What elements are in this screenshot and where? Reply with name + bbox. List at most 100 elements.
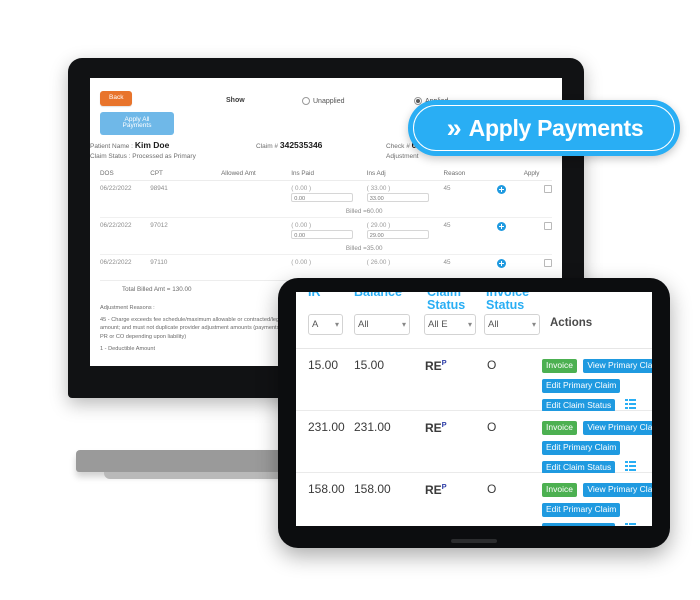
th-ins-adj: Ins Adj bbox=[366, 168, 444, 181]
invoice-button[interactable]: Invoice bbox=[542, 483, 577, 497]
cell-cpt: 98941 bbox=[150, 185, 168, 192]
ins-adj-input[interactable]: 33.00 bbox=[366, 193, 429, 202]
th-cpt: CPT bbox=[150, 168, 222, 181]
cell-add bbox=[489, 181, 524, 205]
th-actions: Actions bbox=[550, 317, 593, 329]
total-billed-amount: Total Billed Amt = 130.00 bbox=[122, 286, 192, 293]
cell-apply bbox=[524, 181, 552, 205]
cell-cpt: 97110 bbox=[150, 259, 168, 266]
th-ir: IR bbox=[308, 292, 321, 299]
cell-ins-adj: ( 26.00 ) bbox=[367, 255, 444, 273]
cell-apply bbox=[524, 218, 552, 242]
table-row: 231.00 231.00 REP O Invoice View Primary… bbox=[296, 411, 652, 476]
claim-status-code: RE bbox=[425, 359, 442, 373]
filter-balance-value: All bbox=[358, 319, 369, 330]
chevron-down-icon: ▾ bbox=[401, 320, 406, 329]
add-circle-icon[interactable] bbox=[496, 185, 506, 194]
filter-ir-select[interactable]: A ▾ bbox=[308, 314, 343, 335]
th-allowed: Allowed Amt bbox=[221, 168, 292, 181]
table-row: 06/22/2022 97012 ( 0.00 ) 0.00 ( 29.00 )… bbox=[100, 218, 552, 242]
row-actions: Invoice View Primary Claim Edit Primary … bbox=[542, 479, 652, 526]
tablet-filters: A ▾ All ▾ All E ▾ All ▾ Actions bbox=[296, 314, 652, 340]
row-actions: Invoice View Primary Claim Edit Primary … bbox=[542, 355, 652, 414]
cell-ins-adj: ( 33.00 ) 33.00 bbox=[366, 181, 444, 205]
billed-row: Billed = 35.00 bbox=[100, 241, 552, 255]
cell-ins-paid: ( 0.00 ) 0.00 bbox=[291, 181, 367, 205]
edit-primary-claim-button[interactable]: Edit Primary Claim bbox=[542, 440, 621, 455]
ins-paid-input[interactable]: 0.00 bbox=[291, 230, 354, 239]
th-ins-paid: Ins Paid bbox=[291, 168, 367, 181]
billed-label: Billed = bbox=[291, 204, 367, 218]
cell-ins-adj: ( 29.00 ) 29.00 bbox=[366, 218, 444, 242]
table-row: 06/22/2022 98941 ( 0.00 ) 0.00 ( 33.00 )… bbox=[100, 181, 552, 205]
add-circle-icon[interactable] bbox=[496, 222, 506, 231]
cell-reason: 45 bbox=[443, 222, 451, 229]
cell-dos: 06/22/2022 bbox=[100, 222, 132, 229]
cell-claim-status: REP bbox=[425, 482, 447, 497]
tablet-device: IR Balance Claim Status Invoice Status A… bbox=[278, 278, 670, 548]
ins-paid-original: ( 0.00 ) bbox=[291, 222, 312, 229]
adjustment-label: Adjustment bbox=[386, 153, 419, 160]
list-view-icon[interactable] bbox=[624, 460, 636, 471]
edit-claim-status-button[interactable]: Edit Claim Status bbox=[542, 522, 616, 526]
edit-primary-claim-button[interactable]: Edit Primary Claim bbox=[542, 378, 621, 393]
add-circle-icon[interactable] bbox=[496, 259, 506, 268]
claim-number-label: Claim # bbox=[256, 143, 279, 150]
cell-ins-paid: ( 0.00 ) 0.00 bbox=[291, 218, 367, 242]
claim-status-text: Claim Status : Processed as Primary bbox=[90, 153, 196, 160]
cell-reason: 45 bbox=[443, 259, 451, 266]
view-primary-claim-button[interactable]: View Primary Claim bbox=[583, 359, 652, 373]
apply-checkbox[interactable] bbox=[544, 259, 552, 267]
cell-balance: 15.00 bbox=[354, 358, 385, 372]
cell-invoice-status: O bbox=[487, 358, 497, 372]
list-view-icon[interactable] bbox=[624, 398, 636, 409]
edit-primary-claim-button[interactable]: Edit Primary Claim bbox=[542, 502, 621, 517]
filter-invoice-status-select[interactable]: All ▾ bbox=[484, 314, 540, 335]
filter-balance-select[interactable]: All ▾ bbox=[354, 314, 410, 335]
invoice-button[interactable]: Invoice bbox=[542, 359, 577, 373]
cell-dos: 06/22/2022 bbox=[100, 259, 132, 266]
table-row: 158.00 158.00 REP O Invoice View Primary… bbox=[296, 473, 652, 526]
ins-paid-original: ( 0.00 ) bbox=[291, 259, 312, 266]
claim-number-value: 342535346 bbox=[279, 140, 323, 150]
th-claim-status: Claim Status bbox=[427, 292, 466, 312]
row-actions: Invoice View Primary Claim Edit Primary … bbox=[542, 417, 652, 476]
tablet-home-indicator bbox=[451, 539, 497, 543]
billed-value: 60.00 bbox=[366, 204, 444, 218]
ins-adj-input[interactable]: 29.00 bbox=[366, 230, 429, 239]
list-view-icon[interactable] bbox=[624, 522, 636, 526]
cell-cpt: 97012 bbox=[150, 222, 168, 229]
ins-adj-original: ( 29.00 ) bbox=[366, 222, 391, 229]
back-button[interactable]: Back bbox=[100, 91, 133, 106]
apply-checkbox[interactable] bbox=[544, 185, 552, 193]
tablet-table-header: IR Balance Claim Status Invoice Status A… bbox=[296, 292, 652, 349]
ins-adj-original: ( 33.00 ) bbox=[366, 185, 391, 192]
radio-unapplied-circle-icon[interactable] bbox=[302, 97, 310, 105]
cell-reason: 45 bbox=[443, 185, 451, 192]
apply-all-payments-button[interactable]: Apply All Payments bbox=[100, 111, 174, 135]
radio-unapplied[interactable]: Unapplied bbox=[302, 97, 345, 105]
cell-dos: 06/22/2022 bbox=[100, 185, 132, 192]
apply-checkbox[interactable] bbox=[544, 222, 552, 230]
cell-apply bbox=[524, 255, 552, 273]
filter-claim-status-select[interactable]: All E ▾ bbox=[424, 314, 476, 335]
table-header-row: DOS CPT Allowed Amt Ins Paid Ins Adj Rea… bbox=[100, 168, 552, 181]
patient-name-label: Patient Name : bbox=[90, 143, 133, 150]
ins-paid-input[interactable]: 0.00 bbox=[291, 193, 354, 202]
invoice-button[interactable]: Invoice bbox=[542, 421, 577, 435]
filter-claim-status-value: All E bbox=[428, 319, 448, 330]
double-chevron-right-icon: » bbox=[446, 112, 462, 143]
view-primary-claim-button[interactable]: View Primary Claim bbox=[583, 421, 652, 435]
th-reason: Reason bbox=[443, 168, 489, 181]
claim-status-code: RE bbox=[425, 421, 442, 435]
th-dos: DOS bbox=[100, 168, 151, 181]
th-invoice-status: Invoice Status bbox=[486, 292, 530, 312]
ins-paid-original: ( 0.00 ) bbox=[291, 185, 312, 192]
view-primary-claim-button[interactable]: View Primary Claim bbox=[583, 483, 652, 497]
th-balance: Balance bbox=[354, 292, 402, 299]
cell-invoice-status: O bbox=[487, 420, 497, 434]
chevron-down-icon: ▾ bbox=[531, 320, 536, 329]
show-label: Show bbox=[226, 97, 245, 104]
cell-claim-status: REP bbox=[425, 358, 447, 373]
cell-allowed bbox=[221, 218, 291, 242]
